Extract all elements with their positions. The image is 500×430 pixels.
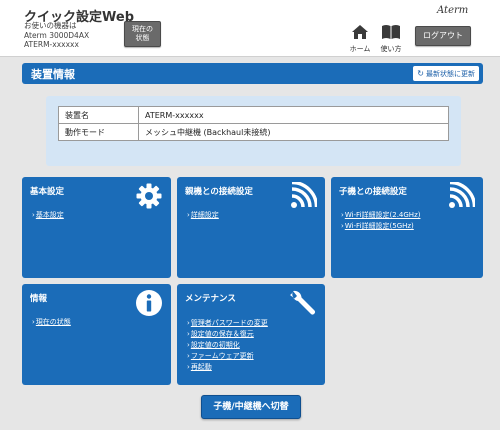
refresh-button[interactable]: ↻ 最新状態に更新 <box>413 66 479 81</box>
link-wifi-2-4ghz[interactable]: Wi-Fi詳細設定(2.4GHz) <box>341 210 421 221</box>
gear-icon <box>136 183 162 209</box>
child-connection-card: 子機との接続設定 Wi-Fi詳細設定(2.4GHz) Wi-Fi詳細設定(5GH… <box>331 177 483 278</box>
table-row: 動作モード メッシュ中継機 (Backhaul未接続) <box>58 123 449 141</box>
current-status-button[interactable]: 現在の 状態 <box>124 21 161 47</box>
current-status-label-2: 状態 <box>135 34 150 42</box>
device-info-panel: 装置名 ATERM-xxxxxx 動作モード メッシュ中継機 (Backhaul… <box>46 96 461 166</box>
device-info-line: ATERM-xxxxxx <box>24 40 79 49</box>
home-icon <box>352 25 368 39</box>
wrench-icon <box>290 290 315 315</box>
device-name-key: 装置名 <box>58 106 139 124</box>
maintenance-card: メンテナンス 管理者パスワードの変更 設定値の保存＆復元 設定値の初期化 ファー… <box>177 284 325 385</box>
info-icon <box>136 290 162 316</box>
card-title: 情報 <box>30 294 48 304</box>
device-info-line: お使いの機器は <box>24 21 77 30</box>
book-icon <box>382 25 400 39</box>
link-advanced-settings[interactable]: 詳細設定 <box>187 210 219 221</box>
operation-mode-value: メッシュ中継機 (Backhaul未接続) <box>138 123 449 141</box>
wifi-icon <box>449 182 475 208</box>
wifi-icon <box>291 182 317 208</box>
logout-button[interactable]: ログアウト <box>415 26 471 46</box>
header: クイック設定Web お使いの機器は Aterm 3000D4AX ATERM-x… <box>0 0 500 57</box>
parent-connection-links: 詳細設定 <box>187 210 219 221</box>
device-info-table: 装置名 ATERM-xxxxxx 動作モード メッシュ中継機 (Backhaul… <box>58 106 449 141</box>
refresh-label: 最新状態に更新 <box>426 70 475 78</box>
device-info-line: Aterm 3000D4AX <box>24 30 90 40</box>
device-info-section-header: 装置情報 ↻ 最新状態に更新 <box>22 63 483 84</box>
home-label: ホーム <box>349 45 371 53</box>
basic-settings-card: 基本設定 基本設定 <box>22 177 171 278</box>
information-links: 現在の状態 <box>32 317 71 328</box>
table-row: 装置名 ATERM-xxxxxx <box>58 106 449 124</box>
child-connection-links: Wi-Fi詳細設定(2.4GHz) Wi-Fi詳細設定(5GHz) <box>341 210 421 232</box>
card-title: メンテナンス <box>185 294 236 304</box>
link-firmware-update[interactable]: ファームウェア更新 <box>187 351 268 362</box>
current-status-label-1: 現在の <box>132 25 153 33</box>
link-reboot[interactable]: 再起動 <box>187 362 268 373</box>
home-button[interactable]: ホーム <box>348 24 372 53</box>
section-title: 装置情報 <box>31 68 75 81</box>
card-title: 親機との接続設定 <box>185 187 253 197</box>
operation-mode-key: 動作モード <box>58 123 139 141</box>
link-basic-settings[interactable]: 基本設定 <box>32 210 64 221</box>
link-wifi-5ghz[interactable]: Wi-Fi詳細設定(5GHz) <box>341 221 420 232</box>
device-info: お使いの機器は Aterm 3000D4AX ATERM-xxxxxx <box>24 21 89 50</box>
device-name-value: ATERM-xxxxxx <box>138 106 449 124</box>
maintenance-links: 管理者パスワードの変更 設定値の保存＆復元 設定値の初期化 ファームウェア更新 … <box>187 318 268 373</box>
link-change-admin-password[interactable]: 管理者パスワードの変更 <box>187 318 268 329</box>
switch-mode-button[interactable]: 子機/中継機へ切替 <box>201 395 301 419</box>
link-current-status[interactable]: 現在の状態 <box>32 317 71 328</box>
link-save-restore-settings[interactable]: 設定値の保存＆復元 <box>187 329 268 340</box>
parent-connection-card: 親機との接続設定 詳細設定 <box>177 177 325 278</box>
refresh-icon: ↻ <box>417 69 424 78</box>
help-button[interactable]: 使い方 <box>378 24 404 53</box>
link-reset-settings[interactable]: 設定値の初期化 <box>187 340 268 351</box>
information-card: 情報 現在の状態 <box>22 284 171 385</box>
card-title: 子機との接続設定 <box>339 187 407 197</box>
card-title: 基本設定 <box>30 187 65 197</box>
basic-settings-links: 基本設定 <box>32 210 64 221</box>
brand-logo: Aterm <box>437 5 469 16</box>
help-label: 使い方 <box>380 45 402 53</box>
